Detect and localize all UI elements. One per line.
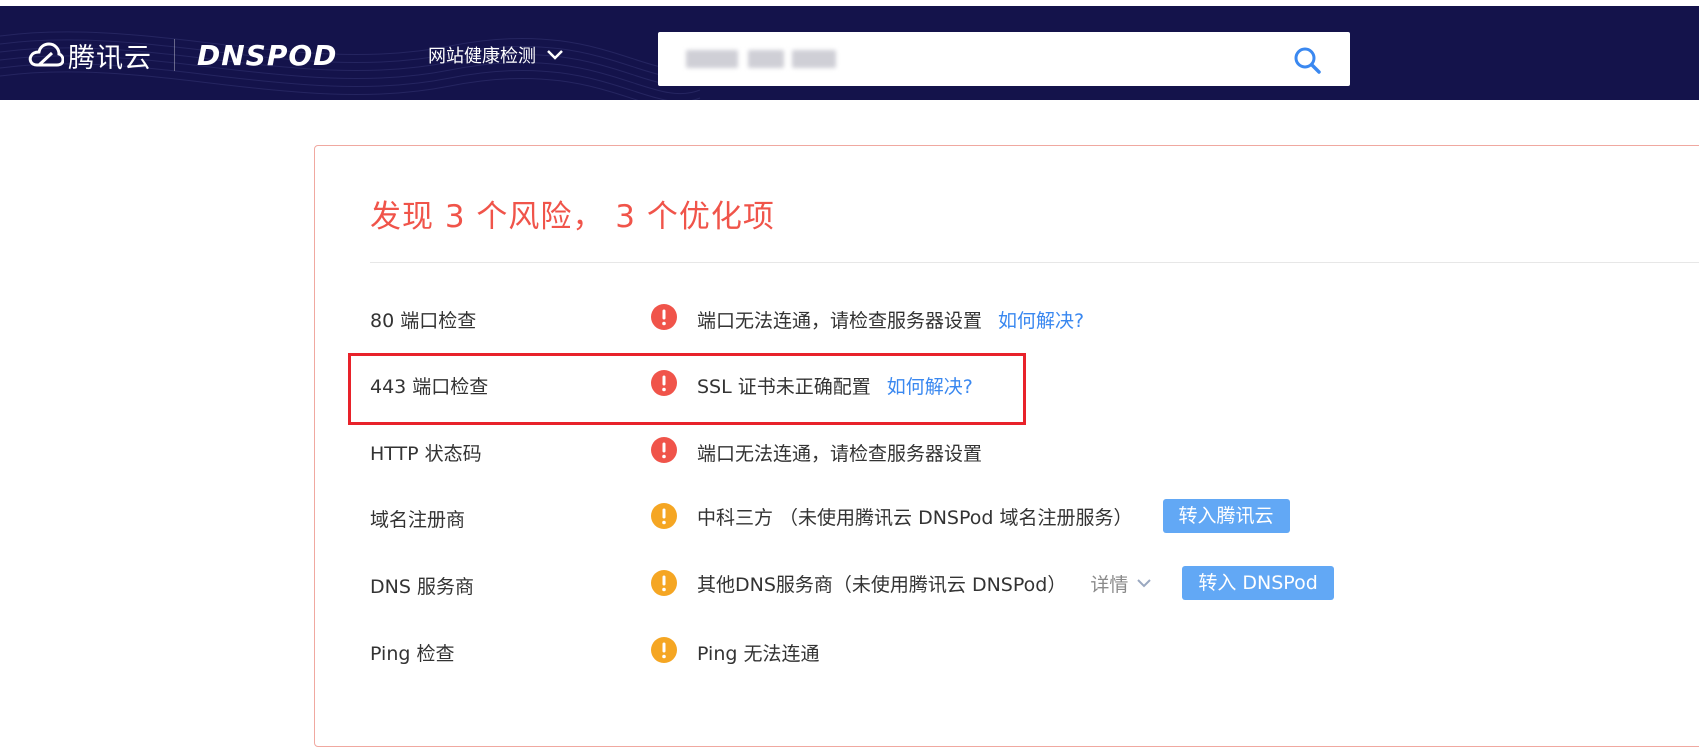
brand-logo[interactable]: 腾讯云 DNSPOD bbox=[28, 35, 337, 75]
redacted-domain-text bbox=[748, 50, 784, 68]
check-message-text: 端口无法连通，请检查服务器设置 bbox=[697, 443, 983, 465]
check-label: DNS 服务商 bbox=[370, 576, 474, 598]
report-title: 发现 3 个风险， 3 个优化项 bbox=[370, 199, 775, 235]
check-message: 端口无法连通，请检查服务器设置 bbox=[697, 439, 982, 466]
check-message-text: Ping 无法连通 bbox=[697, 643, 820, 665]
how-to-fix-link[interactable]: 如何解决? bbox=[998, 306, 1084, 333]
top-navbar: 腾讯云 DNSPOD 网站健康检测 bbox=[0, 6, 1699, 100]
check-message: 端口无法连通，请检查服务器设置 如何解决? bbox=[697, 306, 1084, 333]
check-row-registrar: 域名注册商 中科三方 （未使用腾讯云 DNSPod 域名注册服务） 转入腾讯云 bbox=[315, 497, 1699, 537]
transfer-to-tencent-cloud-button[interactable]: 转入腾讯云 bbox=[1162, 499, 1290, 533]
redacted-domain-text bbox=[686, 50, 738, 68]
check-message-text: 中科三方 （未使用腾讯云 DNSPod 域名注册服务） bbox=[697, 506, 1133, 529]
chevron-down-icon bbox=[547, 50, 563, 60]
details-label: 详情 bbox=[1090, 573, 1129, 596]
warning-icon bbox=[651, 570, 677, 596]
check-label: 80 端口检查 bbox=[370, 310, 477, 332]
check-row-http-status: HTTP 状态码 端口无法连通，请检查服务器设置 bbox=[315, 431, 1699, 471]
check-label: 域名注册商 bbox=[370, 509, 466, 531]
search-icon[interactable] bbox=[1292, 45, 1322, 75]
error-icon bbox=[651, 437, 677, 463]
logo-separator bbox=[174, 39, 175, 71]
check-message: 其他DNS服务商（未使用腾讯云 DNSPod） 详情 转入 DNSPod bbox=[697, 566, 1334, 600]
search-box bbox=[658, 32, 1350, 88]
cloud-logo-icon bbox=[28, 42, 64, 67]
check-label: Ping 检查 bbox=[370, 643, 455, 665]
check-message: Ping 无法连通 bbox=[697, 639, 819, 666]
chevron-down-icon bbox=[1137, 579, 1152, 588]
health-report-card: 发现 3 个风险， 3 个优化项 80 端口检查 端口无法连通，请检查服务器设置… bbox=[314, 145, 1699, 747]
check-row-ping: Ping 检查 Ping 无法连通 bbox=[315, 631, 1699, 671]
warning-icon bbox=[651, 503, 677, 529]
brand-name: 腾讯云 bbox=[68, 42, 152, 74]
check-message: 中科三方 （未使用腾讯云 DNSPod 域名注册服务） 转入腾讯云 bbox=[697, 499, 1290, 533]
check-label: HTTP 状态码 bbox=[370, 443, 482, 465]
check-row-port-80: 80 端口检查 端口无法连通，请检查服务器设置 如何解决? bbox=[315, 298, 1699, 338]
check-row-dns-provider: DNS 服务商 其他DNS服务商（未使用腾讯云 DNSPod） 详情 转入 DN… bbox=[315, 564, 1699, 604]
check-message-text: 其他DNS服务商（未使用腾讯云 DNSPod） bbox=[697, 573, 1067, 596]
error-icon bbox=[651, 304, 677, 330]
transfer-to-dnspod-button[interactable]: 转入 DNSPod bbox=[1182, 566, 1334, 600]
nav-label: 网站健康检测 bbox=[428, 46, 536, 67]
check-message-text: 端口无法连通，请检查服务器设置 bbox=[697, 310, 983, 332]
nav-health-check-dropdown[interactable]: 网站健康检测 bbox=[428, 42, 564, 68]
title-divider bbox=[370, 262, 1699, 263]
warning-icon bbox=[651, 637, 677, 663]
details-toggle[interactable]: 详情 bbox=[1090, 570, 1152, 597]
redacted-domain-text bbox=[792, 50, 836, 68]
highlight-box-annotation bbox=[348, 353, 1026, 425]
dnspod-logo: DNSPOD bbox=[197, 38, 338, 72]
